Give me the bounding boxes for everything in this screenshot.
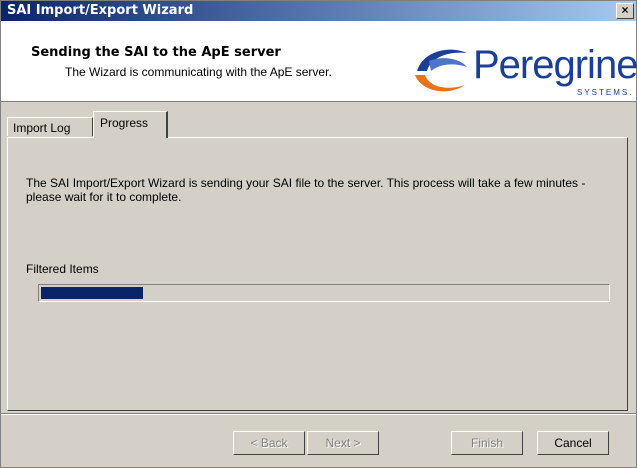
cancel-button[interactable]: Cancel [537, 431, 609, 455]
close-icon: × [621, 3, 629, 17]
window-title: SAI Import/Export Wizard [7, 3, 194, 18]
logo-wordmark: Peregrine [473, 43, 637, 87]
title-bar[interactable]: SAI Import/Export Wizard × [1, 1, 636, 21]
next-button[interactable]: Next > [307, 431, 379, 455]
progress-bar [38, 284, 610, 302]
page-subtitle: The Wizard is communicating with the ApE… [65, 65, 332, 79]
status-message: The SAI Import/Export Wizard is sending … [26, 176, 586, 204]
tab-import-log-label: Import Log [13, 121, 71, 135]
tab-import-log[interactable]: Import Log [7, 117, 93, 136]
progress-panel: The SAI Import/Export Wizard is sending … [7, 137, 628, 411]
tab-progress[interactable]: Progress [93, 111, 168, 138]
logo-subtext: SYSTEMS. [577, 88, 634, 97]
progress-bar-fill [41, 287, 143, 299]
finish-button[interactable]: Finish [451, 431, 523, 455]
wizard-header: Sending the SAI to the ApE server The Wi… [1, 21, 637, 102]
back-button[interactable]: < Back [233, 431, 305, 455]
peregrine-logo: Peregrine SYSTEMS. [409, 37, 637, 97]
progress-label: Filtered Items [26, 262, 99, 276]
tab-progress-label: Progress [100, 116, 149, 130]
peregrine-swoosh-icon [415, 49, 467, 92]
wizard-window: SAI Import/Export Wizard × Sending the S… [0, 0, 637, 468]
close-button[interactable]: × [616, 3, 634, 19]
button-separator [1, 413, 636, 415]
tab-strip: Import Log Progress [1, 105, 636, 138]
page-title: Sending the SAI to the ApE server [31, 45, 281, 60]
